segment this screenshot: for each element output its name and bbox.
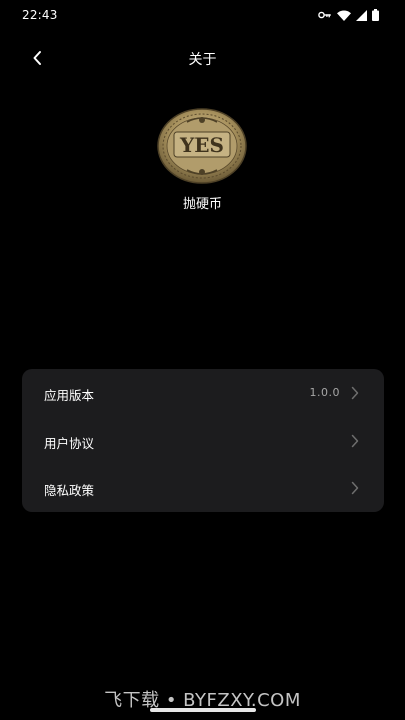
home-indicator[interactable] bbox=[150, 708, 256, 712]
status-icons bbox=[318, 9, 379, 21]
settings-row-app-version[interactable]: 应用版本 1.0.0 bbox=[22, 369, 384, 417]
settings-row-label: 应用版本 bbox=[44, 388, 95, 403]
cellular-signal-icon bbox=[356, 9, 367, 21]
nav-bar: 关于 bbox=[0, 40, 405, 76]
status-time: 22:43 bbox=[22, 8, 58, 22]
app-version-value: 1.0.0 bbox=[309, 386, 340, 399]
wifi-icon bbox=[337, 10, 351, 21]
settings-row-label: 隐私政策 bbox=[44, 483, 95, 498]
settings-row-privacy-policy[interactable]: 隐私政策 bbox=[22, 464, 384, 512]
chevron-right-icon bbox=[351, 481, 359, 495]
chevron-right-icon bbox=[351, 386, 359, 400]
settings-card: 应用版本 1.0.0 用户协议 隐私政策 bbox=[22, 369, 384, 512]
page-title: 关于 bbox=[188, 52, 217, 68]
logo-text: YES bbox=[179, 133, 224, 157]
settings-row-user-agreement[interactable]: 用户协议 bbox=[22, 417, 384, 465]
vpn-key-icon bbox=[318, 11, 331, 19]
app-name: 抛硬币 bbox=[182, 197, 222, 212]
status-bar: 22:43 bbox=[0, 0, 405, 30]
app-logo: YES bbox=[157, 108, 247, 184]
chevron-right-icon bbox=[351, 434, 359, 448]
battery-icon bbox=[372, 9, 379, 21]
settings-row-label: 用户协议 bbox=[44, 436, 95, 451]
